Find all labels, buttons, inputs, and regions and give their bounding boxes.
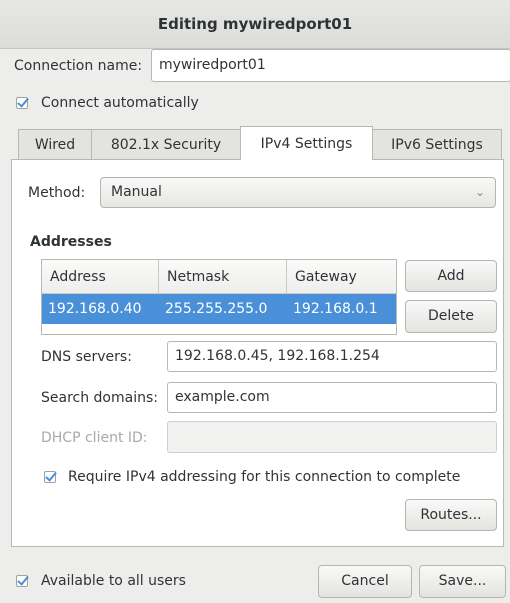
chevron-down-icon: ⌄ [474, 185, 485, 199]
address-cell[interactable]: 192.168.0.40 [42, 294, 142, 324]
search-domains-label: Search domains: [41, 390, 158, 406]
tab-8021x-security[interactable]: 802.1x Security [91, 129, 241, 159]
routes-button[interactable]: Routes... [405, 499, 497, 531]
tab-ipv6-settings[interactable]: IPv6 Settings [372, 129, 502, 159]
window-title: Editing mywiredport01 [0, 0, 510, 49]
cancel-button[interactable]: Cancel [318, 565, 412, 598]
column-header-gateway[interactable]: Gateway [287, 260, 396, 294]
dns-servers-label: DNS servers: [41, 349, 132, 365]
delete-button[interactable]: Delete [405, 300, 497, 333]
addresses-table: Address Netmask Gateway 192.168.0.40 255… [41, 259, 397, 335]
dns-servers-input[interactable]: 192.168.0.45, 192.168.1.254 [167, 341, 497, 372]
method-value: Manual [111, 184, 162, 200]
addresses-heading: Addresses [30, 234, 112, 250]
available-to-all-users-label: Available to all users [41, 573, 186, 589]
connection-name-label: Connection name: [14, 58, 143, 74]
tab-wired[interactable]: Wired [18, 129, 92, 159]
add-button[interactable]: Add [405, 260, 497, 292]
require-ipv4-label: Require IPv4 addressing for this connect… [68, 469, 461, 485]
require-ipv4-checkbox[interactable] [44, 471, 56, 483]
available-to-all-users-checkbox[interactable] [16, 575, 28, 587]
edit-connection-dialog: Editing mywiredport01 Connection name: m… [0, 0, 510, 603]
netmask-cell[interactable]: 255.255.255.0 [159, 294, 267, 324]
dhcp-client-id-label: DHCP client ID: [41, 430, 148, 446]
column-header-address[interactable]: Address [42, 260, 159, 294]
column-header-netmask[interactable]: Netmask [159, 260, 287, 294]
connect-automatically-checkbox[interactable] [16, 97, 28, 109]
save-button[interactable]: Save... [419, 565, 506, 598]
method-label: Method: [28, 185, 86, 201]
method-dropdown[interactable]: Manual ⌄ [100, 177, 496, 208]
search-domains-input[interactable]: example.com [167, 382, 497, 413]
connection-name-input[interactable]: mywiredport01 [151, 49, 510, 82]
tab-ipv4-settings[interactable]: IPv4 Settings [240, 126, 373, 160]
dhcp-client-id-input [167, 421, 497, 453]
connect-automatically-label: Connect automatically [41, 95, 199, 111]
gateway-cell[interactable]: 192.168.0.1 [287, 294, 378, 324]
table-row[interactable]: 192.168.0.40 255.255.255.0 192.168.0.1 [42, 294, 396, 324]
